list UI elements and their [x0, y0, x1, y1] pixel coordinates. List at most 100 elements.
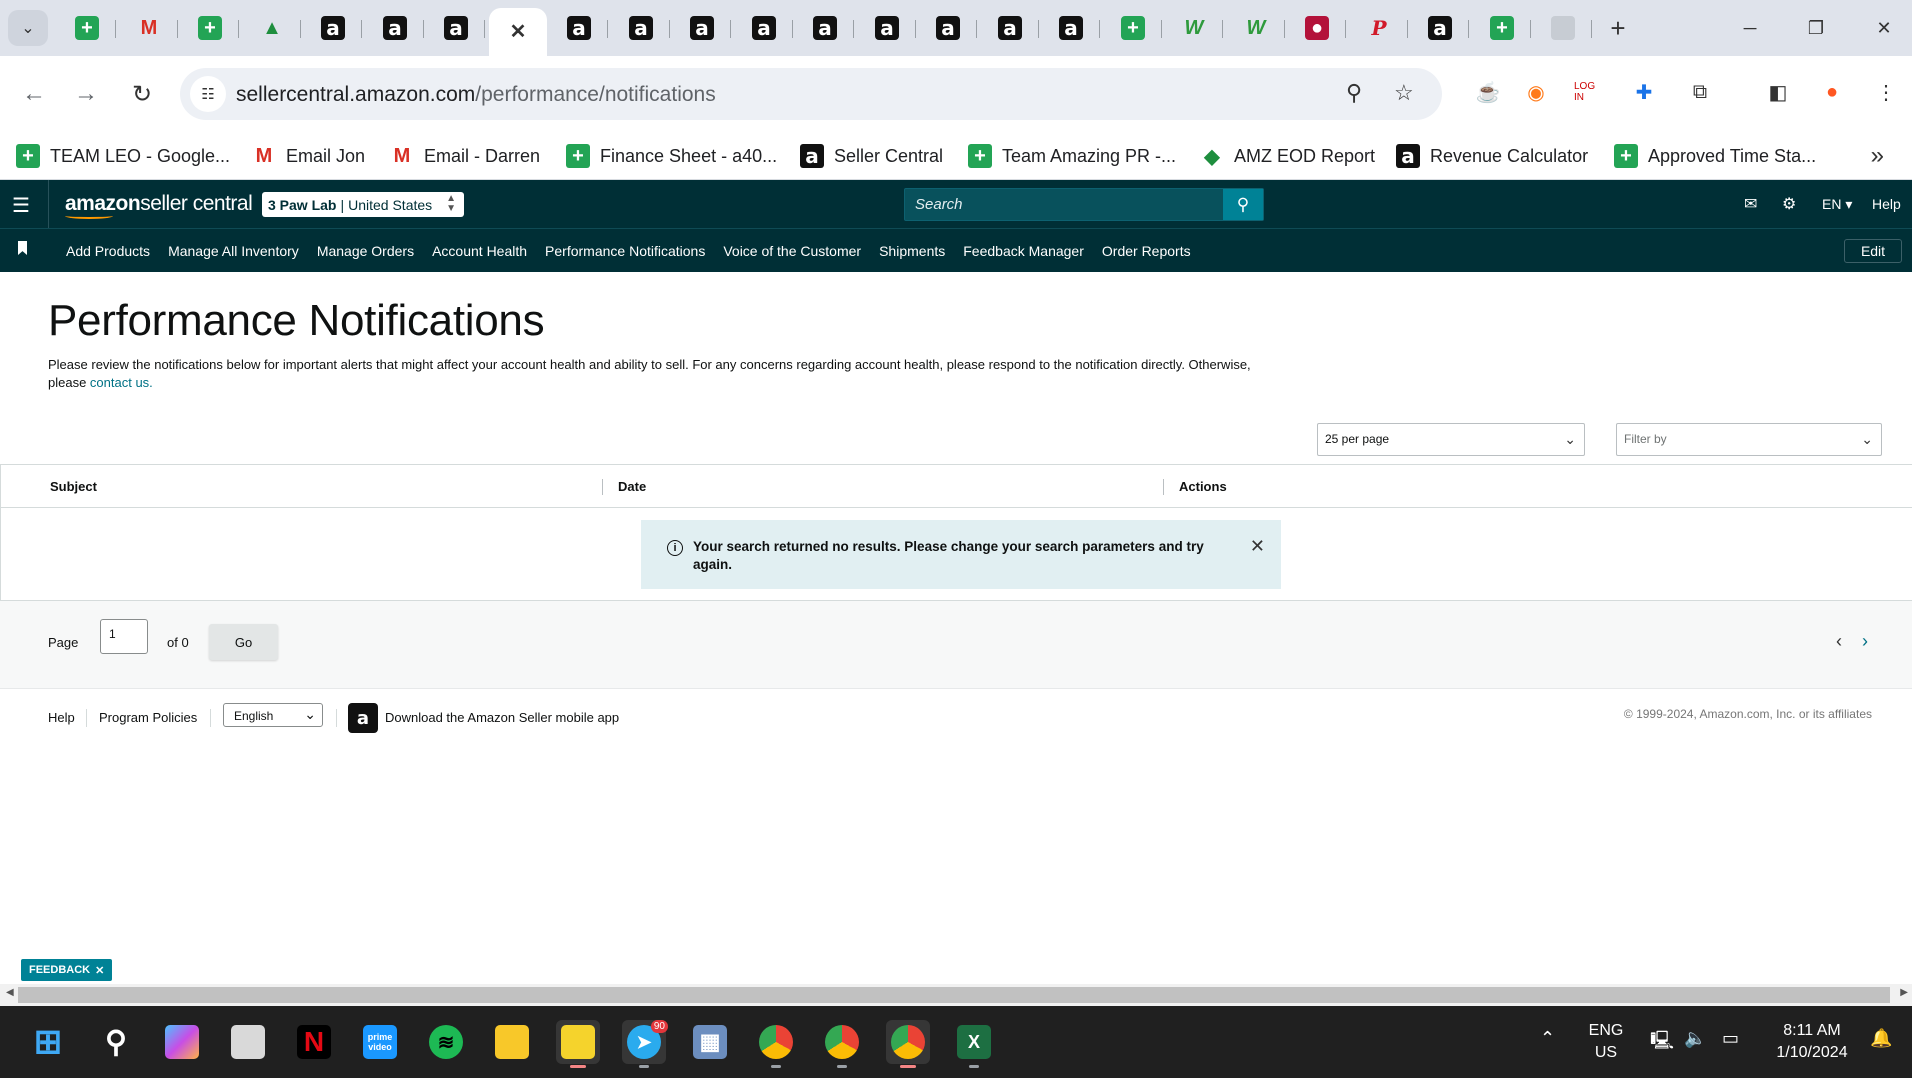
scrollbar-thumb[interactable]: [18, 987, 1890, 1003]
profile-avatar-icon[interactable]: ●: [1816, 76, 1848, 108]
sticky-notes-app[interactable]: [556, 1020, 600, 1068]
extension-login-icon[interactable]: LOG IN: [1574, 76, 1606, 108]
new-tab-button[interactable]: +: [1600, 10, 1636, 46]
scroll-right-arrow-icon[interactable]: ▶: [1900, 987, 1908, 998]
netflix-app[interactable]: N: [292, 1020, 336, 1064]
extension-off-icon[interactable]: ☕: [1472, 76, 1504, 108]
chevron-left-icon[interactable]: ‹: [1836, 631, 1842, 652]
tab-active[interactable]: ✕: [489, 8, 547, 56]
task-view-button[interactable]: [226, 1020, 270, 1064]
language-selector[interactable]: EN ▾: [1822, 196, 1852, 213]
file-explorer-app[interactable]: [490, 1020, 534, 1064]
footer-language-select[interactable]: English ⌄: [223, 703, 323, 727]
address-bar[interactable]: ☷ sellercentral.amazon.com/performance/n…: [180, 68, 1442, 120]
close-icon[interactable]: ✕: [1250, 536, 1265, 557]
side-panel-icon[interactable]: ◧: [1762, 76, 1794, 108]
search-icon[interactable]: ⚲: [1223, 189, 1263, 220]
chevron-up-icon[interactable]: ⌃: [1540, 1028, 1555, 1049]
bookmark-item[interactable]: a Seller Central: [800, 142, 943, 170]
bookmark-item[interactable]: ◆ AMZ EOD Report: [1200, 142, 1375, 170]
tab-search-button[interactable]: ⌄: [8, 10, 48, 46]
browser-tab[interactable]: M: [120, 8, 178, 48]
seller-central-logo[interactable]: amazon seller central: [48, 180, 253, 228]
download-app-link[interactable]: Download the Amazon Seller mobile app: [385, 710, 619, 725]
browser-tab[interactable]: a: [673, 8, 731, 48]
help-link[interactable]: Help: [1872, 196, 1901, 212]
bookmark-star-icon[interactable]: ☆: [1394, 80, 1414, 106]
browser-tab[interactable]: a: [1411, 8, 1469, 48]
filter-select[interactable]: Filter by ⌄: [1616, 423, 1882, 456]
close-icon[interactable]: ✕: [506, 20, 530, 44]
edit-nav-button[interactable]: Edit: [1844, 239, 1902, 263]
browser-tab[interactable]: P: [1350, 8, 1408, 48]
contact-us-link[interactable]: contact us.: [90, 375, 153, 390]
browser-tab[interactable]: a: [304, 8, 362, 48]
program-policies-link[interactable]: Program Policies: [99, 710, 197, 725]
bookmark-item[interactable]: M Email - Darren: [390, 142, 540, 170]
amazon-app-icon[interactable]: a: [348, 703, 378, 733]
site-info-icon[interactable]: ☷: [190, 76, 226, 112]
mail-icon[interactable]: ✉: [1744, 194, 1757, 214]
horizontal-scrollbar[interactable]: ◀ ▶: [0, 984, 1912, 1006]
column-subject[interactable]: Subject: [50, 479, 97, 494]
nav-link-account-health[interactable]: Account Health: [432, 243, 527, 259]
chrome-profile-1[interactable]: [754, 1020, 798, 1068]
back-button[interactable]: ←: [16, 76, 52, 112]
feedback-button[interactable]: FEEDBACK ✕: [21, 959, 113, 981]
page-number-input[interactable]: 1: [100, 619, 148, 654]
browser-tab[interactable]: [1534, 8, 1592, 48]
browser-tab[interactable]: a: [858, 8, 916, 48]
nav-link-order-reports[interactable]: Order Reports: [1102, 243, 1191, 259]
browser-tab[interactable]: ▲: [243, 8, 301, 48]
search-input[interactable]: Search: [915, 196, 963, 213]
notification-bell-icon[interactable]: 🔔: [1870, 1028, 1892, 1049]
excel-app[interactable]: X: [952, 1020, 996, 1068]
bookmark-icon[interactable]: [18, 241, 27, 255]
network-icon[interactable]: 🖳: [1650, 1028, 1674, 1058]
column-date[interactable]: Date: [618, 479, 646, 494]
hamburger-menu-icon[interactable]: ☰: [12, 193, 30, 218]
input-language[interactable]: ENG US: [1588, 1020, 1624, 1064]
reload-button[interactable]: ↻: [124, 76, 160, 112]
calculator-app[interactable]: ▦: [688, 1020, 732, 1064]
browser-tab[interactable]: W: [1165, 8, 1223, 48]
copilot-button[interactable]: [160, 1020, 204, 1064]
extension-blue-icon[interactable]: ✚: [1628, 76, 1660, 108]
browser-tab[interactable]: +: [181, 8, 239, 48]
browser-tab[interactable]: a: [796, 8, 854, 48]
gear-icon[interactable]: ⚙: [1782, 194, 1796, 214]
nav-link-shipments[interactable]: Shipments: [879, 243, 945, 259]
nav-link-voice-of-the-customer[interactable]: Voice of the Customer: [723, 243, 861, 259]
minimize-button[interactable]: ─: [1730, 10, 1770, 46]
per-page-select[interactable]: 25 per page ⌄: [1317, 423, 1585, 456]
chevron-right-icon[interactable]: ›: [1862, 631, 1868, 652]
browser-tab[interactable]: a: [1042, 8, 1100, 48]
bookmark-item[interactable]: + Approved Time Sta...: [1614, 142, 1816, 170]
chrome-profile-3[interactable]: [886, 1020, 930, 1068]
extensions-puzzle-icon[interactable]: ⧉: [1684, 76, 1716, 108]
telegram-app[interactable]: ➤ 90: [622, 1020, 668, 1068]
browser-tab[interactable]: a: [735, 8, 793, 48]
nav-link-feedback-manager[interactable]: Feedback Manager: [963, 243, 1084, 259]
bookmark-item[interactable]: + Team Amazing PR -...: [968, 142, 1176, 170]
extension-orange-icon[interactable]: ◉: [1520, 76, 1552, 108]
browser-tab[interactable]: +: [1473, 8, 1531, 48]
volume-icon[interactable]: 🔈: [1684, 1028, 1706, 1049]
restore-button[interactable]: ❐: [1796, 10, 1836, 46]
bookmark-item[interactable]: + TEAM LEO - Google...: [16, 142, 230, 170]
browser-tab[interactable]: a: [427, 8, 485, 48]
seller-search[interactable]: Search ⚲: [904, 188, 1264, 221]
battery-icon[interactable]: ▭: [1722, 1028, 1739, 1049]
browser-tab[interactable]: ●: [1288, 8, 1346, 48]
browser-tab[interactable]: a: [366, 8, 424, 48]
nav-link-performance-notifications[interactable]: Performance Notifications: [545, 243, 705, 259]
browser-tab[interactable]: a: [550, 8, 608, 48]
prime-video-app[interactable]: prime video: [358, 1020, 402, 1064]
scroll-left-arrow-icon[interactable]: ◀: [6, 987, 14, 998]
url-text[interactable]: sellercentral.amazon.com/performance/not…: [236, 83, 716, 107]
go-button[interactable]: Go: [209, 624, 278, 660]
nav-link-add-products[interactable]: Add Products: [66, 243, 150, 259]
zoom-icon[interactable]: ⚲: [1346, 80, 1362, 106]
browser-tab[interactable]: a: [612, 8, 670, 48]
bookmark-item[interactable]: a Revenue Calculator: [1396, 142, 1588, 170]
